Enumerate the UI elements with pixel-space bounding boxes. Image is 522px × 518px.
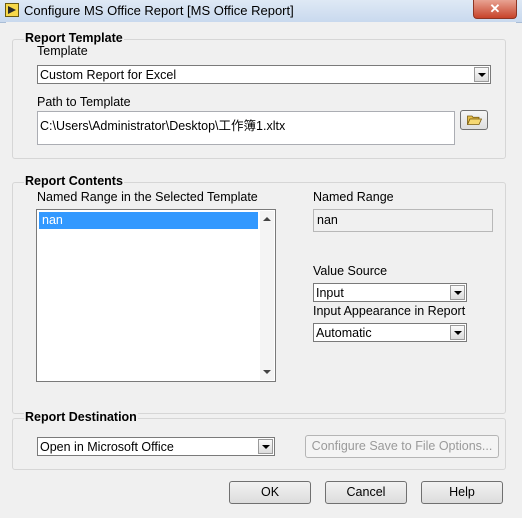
dialog-body: Report Template Template Custom Report f… bbox=[6, 22, 516, 512]
path-to-template-label: Path to Template bbox=[37, 95, 131, 109]
template-label: Template bbox=[37, 44, 88, 58]
report-contents-group-title: Report Contents bbox=[24, 174, 124, 188]
destination-dropdown[interactable]: Open in Microsoft Office bbox=[37, 437, 275, 456]
report-template-group-title: Report Template bbox=[24, 31, 124, 45]
cancel-button[interactable]: Cancel bbox=[325, 481, 407, 504]
chevron-down-icon[interactable] bbox=[450, 285, 465, 300]
scroll-up-icon[interactable] bbox=[263, 217, 271, 221]
title-bar: Configure MS Office Report [MS Office Re… bbox=[0, 0, 522, 23]
scroll-down-icon[interactable] bbox=[263, 370, 271, 374]
listbox-scrollbar[interactable] bbox=[260, 211, 274, 380]
value-source-value: Input bbox=[316, 286, 344, 300]
named-range-listbox[interactable]: nan bbox=[36, 209, 276, 382]
help-button[interactable]: Help bbox=[421, 481, 503, 504]
chevron-down-icon[interactable] bbox=[474, 67, 489, 82]
chevron-down-icon[interactable] bbox=[258, 439, 273, 454]
path-to-template-input[interactable]: C:\Users\Administrator\Desktop\工作簿1.xltx bbox=[37, 111, 455, 145]
input-appearance-label: Input Appearance in Report bbox=[313, 304, 466, 318]
template-dropdown-value: Custom Report for Excel bbox=[40, 68, 177, 82]
list-item[interactable]: nan bbox=[39, 212, 258, 229]
value-source-dropdown[interactable]: Input bbox=[313, 283, 467, 302]
ok-button[interactable]: OK bbox=[229, 481, 311, 504]
value-source-label: Value Source bbox=[313, 264, 388, 278]
folder-open-icon bbox=[467, 115, 482, 125]
chevron-down-icon[interactable] bbox=[450, 325, 465, 340]
browse-button[interactable] bbox=[460, 110, 488, 130]
destination-value: Open in Microsoft Office bbox=[40, 440, 174, 454]
named-range-label: Named Range bbox=[313, 190, 394, 204]
report-destination-group-title: Report Destination bbox=[24, 410, 138, 424]
named-range-value: nan bbox=[317, 213, 338, 227]
named-range-list-label: Named Range in the Selected Template bbox=[37, 190, 258, 204]
configure-save-options-button[interactable]: Configure Save to File Options... bbox=[305, 435, 499, 458]
window-title: Configure MS Office Report [MS Office Re… bbox=[24, 3, 294, 18]
input-appearance-dropdown[interactable]: Automatic bbox=[313, 323, 467, 342]
labview-vi-icon bbox=[5, 3, 19, 17]
input-appearance-value: Automatic bbox=[316, 326, 372, 340]
list-item-label: nan bbox=[42, 213, 63, 227]
named-range-field: nan bbox=[313, 209, 493, 232]
template-dropdown[interactable]: Custom Report for Excel bbox=[37, 65, 491, 84]
path-to-template-value: C:\Users\Administrator\Desktop\工作簿1.xltx bbox=[40, 119, 286, 133]
close-button[interactable]: ✕ bbox=[473, 0, 517, 19]
